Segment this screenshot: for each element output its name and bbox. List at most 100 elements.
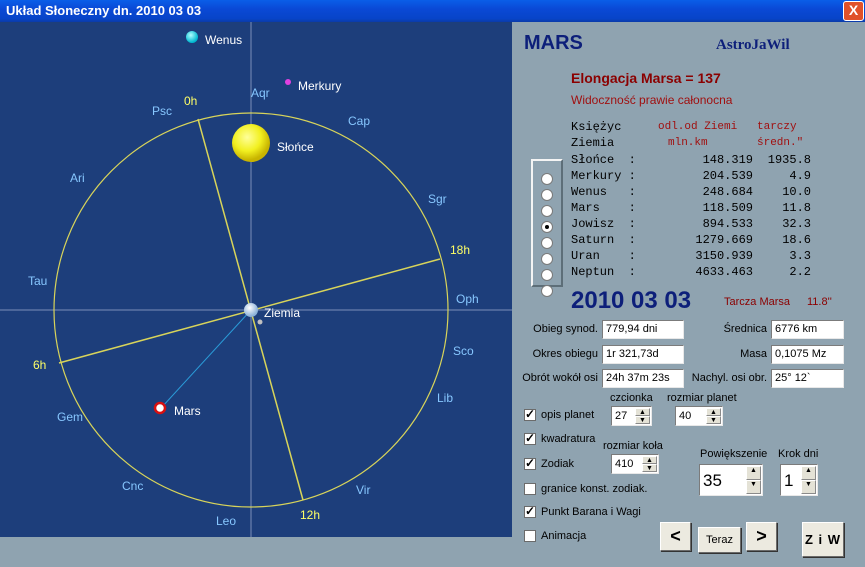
moon-icon [257,319,263,325]
planet-size-down[interactable]: ▼ [706,416,721,424]
solar-system-view[interactable]: Psc Aqr Cap Sgr Oph Sco Lib Vir Leo Cnc … [0,22,512,537]
period-field[interactable]: 1r 321,73d [602,345,684,364]
row-disk: 10.0 [782,185,811,199]
zodiac-bounds-checkbox[interactable] [524,483,536,495]
info-panel: MARS AstroJaWil Elongacja Marsa = 137 Wi… [512,22,865,567]
font-size-spinner[interactable]: 27 ▲ ▼ [611,406,652,426]
row-dist: 148.319 [702,153,753,167]
circle-size-value: 410 [615,458,634,470]
planet-desc-label: opis planet [541,409,595,421]
table-col-disk-head: tarczy [757,121,797,133]
hour-label-18h: 18h [450,243,470,257]
zoom-down[interactable]: ▼ [746,480,761,494]
step-days-up[interactable]: ▲ [801,466,816,480]
aries-libra-label: Punkt Barana i Wagi [541,506,641,518]
step-days-spinner[interactable]: 1 ▲ ▼ [780,464,818,496]
radio-neptune[interactable] [541,285,553,297]
radio-sun[interactable] [541,173,553,185]
row-name: Jowisz : [571,217,636,231]
planet-name: MARS [524,32,583,54]
row-name: Merkury : [571,169,636,183]
mars-label: Mars [174,404,201,418]
title-bar[interactable]: Układ Słoneczny dn. 2010 03 03 X [0,0,865,22]
venus-icon [186,31,198,43]
row-disk: 11.8 [782,201,811,215]
row-disk: 2.2 [789,265,811,279]
mass-field[interactable]: 0,1075 Mz [771,345,844,364]
zodiac-cap: Cap [348,114,370,128]
planet-selector [531,159,563,297]
close-button[interactable]: X [843,1,864,21]
next-button[interactable]: > [746,522,777,551]
zodiac-lib: Lib [437,391,453,405]
prev-button[interactable]: < [660,522,691,551]
row-disk: 3.3 [789,249,811,263]
row-disk: 4.9 [789,169,811,183]
font-size-value: 27 [615,410,628,422]
radio-jupiter[interactable] [541,237,553,249]
radio-mercury[interactable] [541,189,553,201]
table-col-dist-unit: mln.km [668,137,708,149]
visibility-text: Widoczność prawie całonocna [571,93,733,107]
radio-saturn[interactable] [541,253,553,265]
step-days-down[interactable]: ▼ [801,480,816,494]
radio-uranus[interactable] [541,269,553,281]
aries-libra-checkbox[interactable] [524,504,536,518]
rotation-field[interactable]: 24h 37m 23s [602,369,684,388]
mercury-icon [285,79,291,85]
zodiac-leo: Leo [216,514,236,528]
quadrature-checkbox[interactable] [524,431,536,445]
zodiac-sco: Sco [453,344,474,358]
zodiac-psc: Psc [152,104,172,118]
circle-size-down[interactable]: ▼ [642,464,657,472]
sun-icon [232,124,270,162]
planet-size-label: rozmiar planet [667,392,737,404]
diameter-label: Średnica [723,323,767,335]
animation-checkbox[interactable] [524,530,536,542]
disk-label: Tarcza Marsa [724,296,791,308]
circle-size-up[interactable]: ▲ [642,456,657,464]
zodiac-cnc: Cnc [122,479,143,493]
circle-size-spinner[interactable]: 410 ▲ ▼ [611,454,659,474]
row-name: Saturn : [571,233,636,247]
animation-label: Animacja [541,530,587,542]
radio-mars[interactable] [541,221,553,233]
row-dist: 204.539 [702,169,753,183]
zodiac-ari: Ari [70,171,85,185]
planet-size-spinner[interactable]: 40 ▲ ▼ [675,406,723,426]
row-disk: 18.6 [782,233,811,247]
font-size-label: czcionka [610,392,653,404]
zodiac-bounds-label: granice konst. zodiak. [541,483,648,495]
table-col-disk-unit: średn." [757,137,804,149]
zodiac-aqr: Aqr [251,86,270,100]
planet-size-value: 40 [679,410,692,422]
synodic-label: Obieg synod. [533,323,598,335]
row-disk: 32.3 [782,217,811,231]
planet-size-up[interactable]: ▲ [706,408,721,416]
zoom-label: Powiększenie [700,448,768,460]
zodiac-checkbox[interactable] [524,456,536,470]
window-title: Układ Słoneczny dn. 2010 03 03 [6,3,202,18]
planet-desc-checkbox[interactable] [524,407,536,421]
radio-venus[interactable] [541,205,553,217]
synodic-field[interactable]: 779,94 dni [602,320,684,339]
now-button[interactable]: Teraz [698,527,741,553]
ziw-button[interactable]: Z i W [802,522,844,557]
circle-size-label: rozmiar koła [603,440,663,452]
period-label: Okres obiegu [532,348,598,360]
font-size-up[interactable]: ▲ [635,408,650,416]
zodiac-tau: Tau [28,274,47,288]
font-size-down[interactable]: ▼ [635,416,650,424]
row-disk: 1935.8 [767,153,811,167]
table-head-moon: Księżyc [571,120,622,134]
row-dist: 118.509 [702,201,753,215]
hour-label-12h: 12h [300,508,320,522]
zoom-up[interactable]: ▲ [746,466,761,480]
row-name: Wenus : [571,185,636,199]
tilt-label: Nachyl. osi obr. [691,372,767,384]
tilt-field[interactable]: 25° 12` [771,369,844,388]
diameter-field[interactable]: 6776 km [771,320,844,339]
table-col-dist-head: odl.od Ziemi [658,121,738,133]
zoom-spinner[interactable]: 35 ▲ ▼ [699,464,763,496]
zodiac-sgr: Sgr [428,192,447,206]
